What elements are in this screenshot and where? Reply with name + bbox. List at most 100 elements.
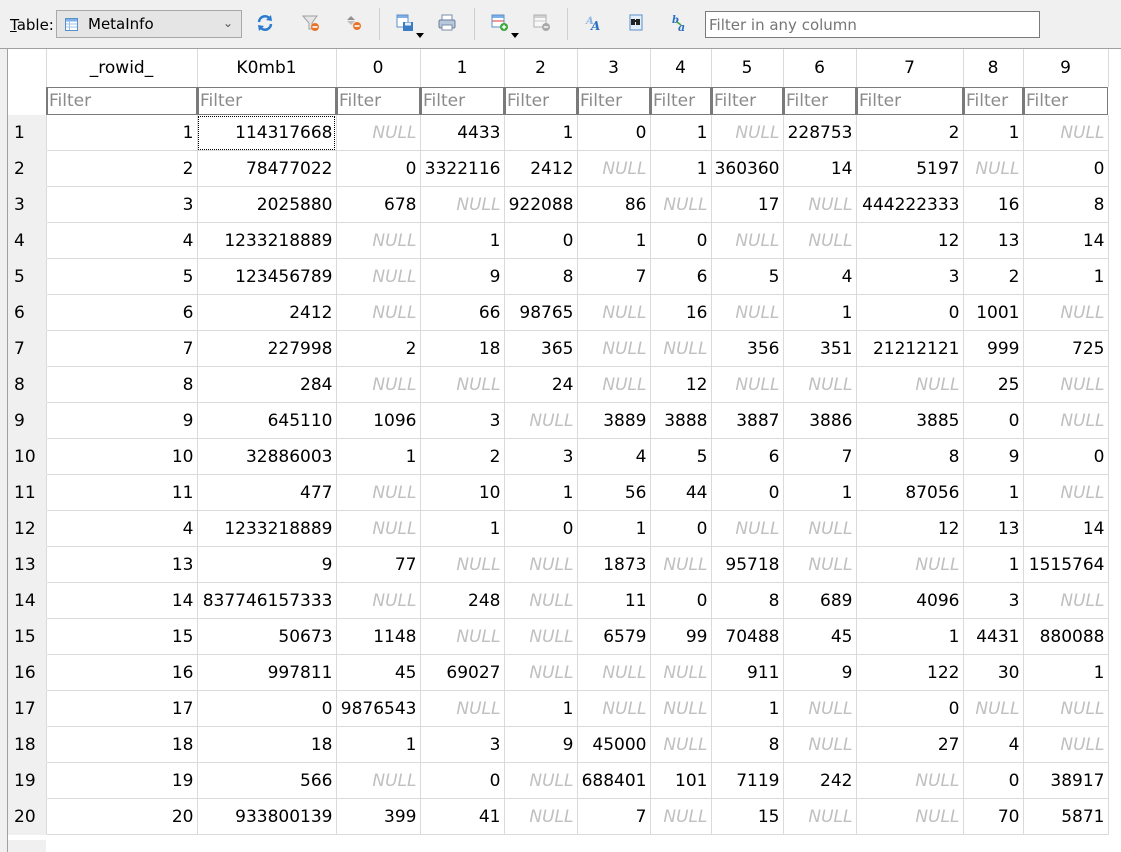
null-cell[interactable]: NULL xyxy=(711,115,784,151)
table-cell[interactable]: 9 xyxy=(504,726,578,763)
table-cell[interactable]: 5 xyxy=(711,258,784,295)
table-cell[interactable]: 880088 xyxy=(1023,618,1109,655)
table-cell[interactable]: 3 xyxy=(856,258,964,295)
column-filter-input[interactable] xyxy=(963,87,1023,115)
table-cell[interactable]: 3886 xyxy=(783,402,857,439)
null-cell[interactable]: NULL xyxy=(336,294,421,331)
table-cell[interactable]: 228753 xyxy=(783,115,857,151)
null-cell[interactable]: NULL xyxy=(783,798,857,835)
table-cell[interactable]: 1 xyxy=(963,474,1024,511)
table-cell[interactable]: 15 xyxy=(46,618,198,655)
null-cell[interactable]: NULL xyxy=(336,222,421,259)
table-cell[interactable]: 3885 xyxy=(856,402,964,439)
table-cell[interactable]: 2412 xyxy=(504,150,578,187)
replace-button[interactable]: b a xyxy=(669,12,691,34)
null-cell[interactable]: NULL xyxy=(1023,294,1109,331)
table-cell[interactable]: 7 xyxy=(577,258,651,295)
table-cell[interactable]: 5871 xyxy=(1023,798,1109,835)
table-cell[interactable]: 351 xyxy=(783,330,857,367)
table-cell[interactable]: 38917 xyxy=(1023,762,1109,799)
table-cell[interactable]: 32886003 xyxy=(197,438,337,475)
table-cell[interactable]: 0 xyxy=(711,474,784,511)
table-cell[interactable]: 1873 xyxy=(577,546,651,583)
table-cell[interactable]: 114317668 xyxy=(197,115,337,151)
table-cell[interactable]: 1 xyxy=(1023,258,1109,295)
column-filter-input[interactable] xyxy=(1023,87,1108,115)
table-cell[interactable]: 66 xyxy=(420,294,505,331)
null-cell[interactable]: NULL xyxy=(783,186,857,223)
null-cell[interactable]: NULL xyxy=(783,222,857,259)
column-header[interactable]: _rowid_ xyxy=(46,49,198,87)
table-cell[interactable]: 1 xyxy=(650,150,712,187)
table-cell[interactable]: 4096 xyxy=(856,582,964,619)
null-cell[interactable]: NULL xyxy=(650,690,712,727)
table-cell[interactable]: 10 xyxy=(420,474,505,511)
null-cell[interactable]: NULL xyxy=(336,474,421,511)
null-cell[interactable]: NULL xyxy=(650,186,712,223)
null-cell[interactable]: NULL xyxy=(711,510,784,547)
null-cell[interactable]: NULL xyxy=(856,762,964,799)
table-cell[interactable]: 17 xyxy=(711,186,784,223)
table-cell[interactable]: 1 xyxy=(963,115,1024,151)
row-header[interactable]: 12 xyxy=(8,510,47,547)
table-cell[interactable]: 6 xyxy=(711,438,784,475)
print-button[interactable] xyxy=(436,12,458,34)
null-cell[interactable]: NULL xyxy=(1023,402,1109,439)
column-filter-input[interactable] xyxy=(336,87,420,115)
null-cell[interactable]: NULL xyxy=(783,690,857,727)
table-cell[interactable]: 227998 xyxy=(197,330,337,367)
table-cell[interactable]: 70 xyxy=(963,798,1024,835)
table-cell[interactable]: 87056 xyxy=(856,474,964,511)
null-cell[interactable]: NULL xyxy=(856,546,964,583)
table-cell[interactable]: 20 xyxy=(46,798,198,835)
table-cell[interactable]: 9 xyxy=(963,438,1024,475)
table-cell[interactable]: 98765 xyxy=(504,294,578,331)
null-cell[interactable]: NULL xyxy=(1023,474,1109,511)
table-cell[interactable]: 86 xyxy=(577,186,651,223)
table-cell[interactable]: 12 xyxy=(856,222,964,259)
null-cell[interactable]: NULL xyxy=(336,510,421,547)
table-cell[interactable]: 1233218889 xyxy=(197,222,337,259)
null-cell[interactable]: NULL xyxy=(504,546,578,583)
row-header[interactable]: 16 xyxy=(8,654,47,691)
global-filter-input[interactable] xyxy=(705,11,1040,38)
table-cell[interactable]: 11 xyxy=(46,474,198,511)
table-cell[interactable]: 16 xyxy=(46,654,198,691)
table-cell[interactable]: 1 xyxy=(856,618,964,655)
table-cell[interactable]: 360360 xyxy=(711,150,784,187)
null-cell[interactable]: NULL xyxy=(577,330,651,367)
table-cell[interactable]: 12 xyxy=(650,366,712,403)
null-cell[interactable]: NULL xyxy=(650,798,712,835)
table-cell[interactable]: 3322116 xyxy=(420,150,505,187)
table-cell[interactable]: 2 xyxy=(336,330,421,367)
null-cell[interactable]: NULL xyxy=(504,762,578,799)
row-header[interactable]: 6 xyxy=(8,294,47,331)
table-cell[interactable]: 3888 xyxy=(650,402,712,439)
table-cell[interactable]: 566 xyxy=(197,762,337,799)
table-cell[interactable]: 0 xyxy=(1023,150,1109,187)
null-cell[interactable]: NULL xyxy=(1023,366,1109,403)
null-cell[interactable]: NULL xyxy=(504,798,578,835)
column-header[interactable]: 6 xyxy=(783,49,857,87)
find-button[interactable] xyxy=(625,12,647,34)
table-cell[interactable]: 16 xyxy=(963,186,1024,223)
table-cell[interactable]: 14 xyxy=(783,150,857,187)
row-header[interactable]: 14 xyxy=(8,582,47,619)
table-cell[interactable]: 725 xyxy=(1023,330,1109,367)
null-cell[interactable]: NULL xyxy=(963,690,1024,727)
table-cell[interactable]: 1 xyxy=(1023,654,1109,691)
table-cell[interactable]: 1 xyxy=(420,222,505,259)
null-cell[interactable]: NULL xyxy=(420,618,505,655)
table-cell[interactable]: 365 xyxy=(504,330,578,367)
table-cell[interactable]: 8 xyxy=(711,582,784,619)
table-cell[interactable]: 18 xyxy=(197,726,337,763)
clear-sorting-button[interactable] xyxy=(343,12,365,34)
table-cell[interactable]: 2025880 xyxy=(197,186,337,223)
null-cell[interactable]: NULL xyxy=(1023,690,1109,727)
table-cell[interactable]: 24 xyxy=(504,366,578,403)
table-cell[interactable]: 13 xyxy=(46,546,198,583)
table-cell[interactable]: 14 xyxy=(1023,510,1109,547)
null-cell[interactable]: NULL xyxy=(1023,726,1109,763)
table-cell[interactable]: 2 xyxy=(46,150,198,187)
table-cell[interactable]: 1 xyxy=(783,474,857,511)
